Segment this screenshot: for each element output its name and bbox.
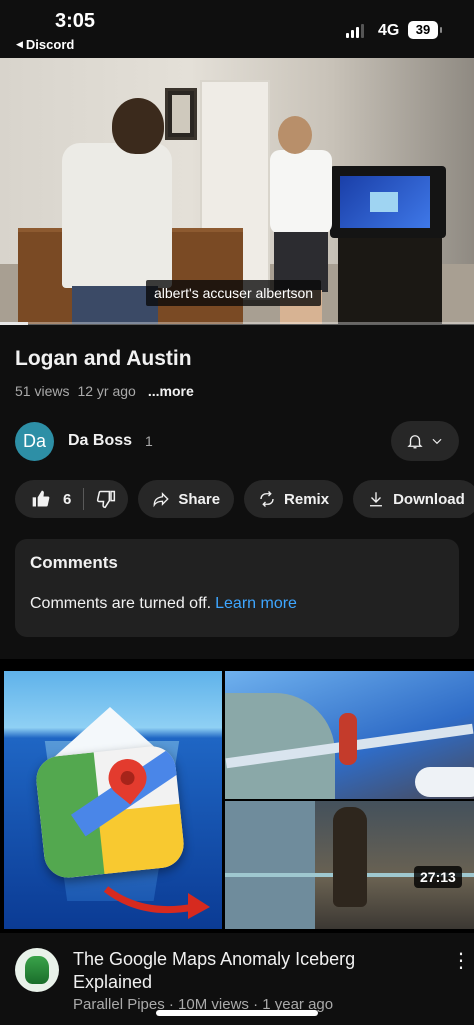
more-options-icon[interactable]: ⋮ — [451, 948, 471, 973]
bell-icon — [407, 435, 423, 449]
notification-bell-button[interactable] — [391, 421, 459, 461]
video-caption: albert's accuser albertson — [146, 280, 322, 306]
back-triangle-icon: ◀ — [16, 39, 23, 49]
status-time: 3:05 — [55, 10, 96, 32]
view-count: 51 views — [15, 383, 70, 399]
home-indicator[interactable] — [156, 1010, 318, 1016]
remix-button[interactable]: Remix — [244, 480, 344, 518]
download-label: Download — [393, 490, 465, 508]
action-bar: 6 Share Remix Download — [15, 480, 474, 518]
subscriber-count: 1 — [145, 433, 153, 449]
next-video-channel-avatar[interactable] — [15, 948, 59, 992]
comments-off-text: Comments are turned off. — [30, 595, 212, 612]
video-player[interactable]: albert's accuser albertson — [0, 58, 474, 324]
back-to-app-link[interactable]: ◀ Discord — [16, 37, 74, 52]
section-divider — [0, 659, 474, 667]
share-button[interactable]: Share — [138, 480, 235, 518]
next-video-thumbnail[interactable] — [0, 667, 474, 933]
cellular-signal-icon — [346, 24, 364, 38]
share-icon — [153, 492, 170, 508]
video-duration-badge: 27:13 — [414, 866, 462, 888]
battery-icon: 39 — [408, 21, 442, 39]
learn-more-link[interactable]: Learn more — [215, 595, 297, 612]
remix-label: Remix — [284, 490, 330, 508]
remix-icon — [260, 491, 274, 507]
status-bar: 3:05 ◀ Discord 4G 39 — [0, 0, 474, 58]
thumbs-down-icon[interactable] — [96, 489, 116, 509]
more-description-link[interactable]: ...more — [148, 383, 194, 399]
red-arrow-icon — [103, 886, 210, 919]
google-maps-icon — [34, 744, 186, 880]
like-dislike-group: 6 — [15, 480, 129, 518]
comments-heading: Comments — [30, 553, 118, 572]
like-count: 6 — [63, 490, 72, 508]
comments-status: Comments are turned off. Learn more — [30, 595, 297, 613]
download-button[interactable]: Download — [353, 480, 474, 518]
comments-card[interactable]: Comments Comments are turned off. Learn m… — [15, 539, 459, 637]
video-progress-bar[interactable] — [0, 322, 474, 325]
network-type: 4G — [378, 22, 400, 39]
download-icon — [370, 492, 383, 507]
video-title: Logan and Austin — [15, 347, 192, 370]
next-video-title[interactable]: The Google Maps Anomaly Iceberg Explaine… — [73, 948, 403, 994]
thumbs-up-icon[interactable] — [31, 489, 51, 509]
chevron-down-icon — [432, 438, 442, 445]
upload-age: 12 yr ago — [77, 383, 136, 399]
channel-row: Da Da Boss 1 — [15, 421, 459, 461]
back-app-label: Discord — [25, 37, 75, 52]
channel-avatar[interactable]: Da — [15, 422, 54, 461]
video-meta[interactable]: 51 views 12 yr ago ...more — [15, 383, 194, 399]
video-progress-fill — [0, 322, 29, 325]
share-label: Share — [178, 490, 221, 508]
channel-name[interactable]: Da Boss — [68, 432, 132, 450]
